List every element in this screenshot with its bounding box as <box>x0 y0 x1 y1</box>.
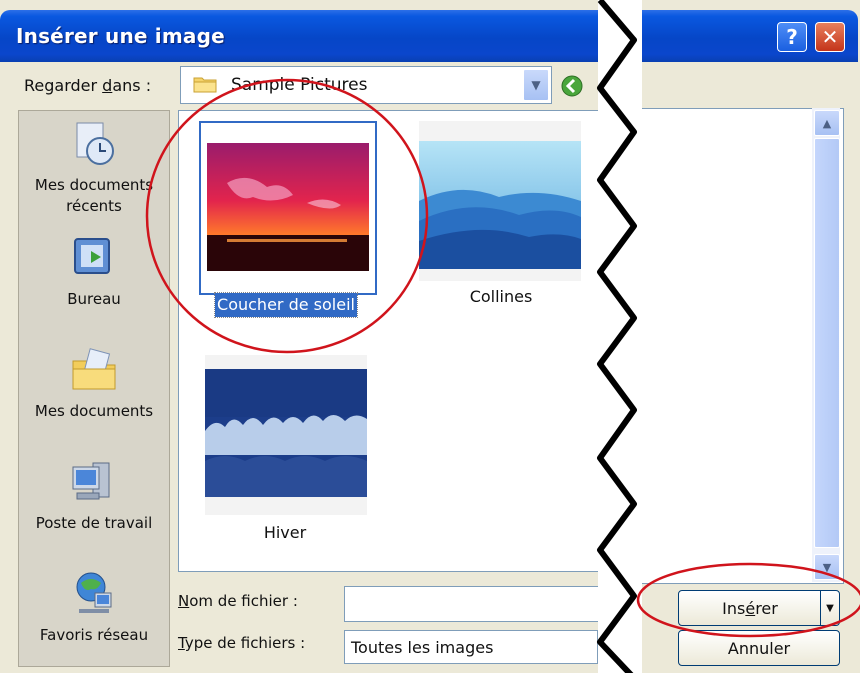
back-icon[interactable] <box>560 74 584 98</box>
place-label: Poste de travail <box>35 514 153 532</box>
file-name-label[interactable]: Coucher de soleil <box>214 292 358 318</box>
place-my-computer[interactable]: Poste de travail <box>19 455 169 534</box>
filename-label-rest: om de fichier : <box>189 592 298 610</box>
place-network[interactable]: Favoris réseau <box>19 567 169 646</box>
close-button[interactable]: ✕ <box>815 22 845 52</box>
place-my-documents[interactable]: Mes documents <box>19 343 169 422</box>
look-in-label-prefix: Regarder <box>24 76 103 95</box>
recent-documents-icon <box>76 122 114 165</box>
list-item[interactable] <box>419 121 581 281</box>
filetype-label: Type de fichiers : <box>178 634 305 652</box>
insert-button-label: Insérer <box>722 599 778 618</box>
insert-options-button[interactable]: ▼ <box>820 590 840 626</box>
place-label: Bureau <box>67 290 121 308</box>
look-in-dropdown-button[interactable]: ▼ <box>523 69 549 101</box>
insert-label-part: rer <box>755 598 778 618</box>
list-item[interactable] <box>199 121 377 295</box>
thumbnail-sunset <box>207 143 369 271</box>
cancel-button[interactable]: Annuler <box>678 630 840 666</box>
place-label: Mes documents <box>34 176 154 194</box>
chevron-down-icon: ▼ <box>822 560 832 574</box>
look-in-combobox[interactable]: Sample Pictures ▼ <box>180 66 552 104</box>
folder-icon <box>193 77 217 93</box>
scroll-up-button[interactable]: ▲ <box>814 110 840 136</box>
place-label: Favoris réseau <box>39 626 149 644</box>
filename-field[interactable] <box>344 586 600 622</box>
place-desktop[interactable]: Bureau <box>19 231 169 310</box>
file-name-label[interactable]: Hiver <box>225 523 345 542</box>
look-in-label-suffix: ans : <box>112 76 152 95</box>
place-recent-documents[interactable]: Mes documents récents <box>19 117 169 217</box>
place-label: récents <box>66 197 122 215</box>
scroll-down-button[interactable]: ▼ <box>814 554 840 580</box>
file-list-view[interactable]: Coucher de soleil Collines Hiver <box>178 110 600 572</box>
insert-button[interactable]: Insérer <box>678 590 822 626</box>
dialog-title: Insérer une image <box>16 24 225 48</box>
chevron-up-icon: ▲ <box>822 116 832 130</box>
filetype-select[interactable]: Toutes les images <box>344 630 598 664</box>
chevron-down-icon: ▼ <box>826 602 834 614</box>
place-label: Mes documents <box>34 402 154 420</box>
look-in-value: Sample Pictures <box>231 75 368 95</box>
help-button[interactable]: ? <box>777 22 807 52</box>
scrollbar-thumb[interactable] <box>814 138 840 548</box>
filetype-label-rest: ype de fichiers : <box>184 634 306 652</box>
filetype-label-mnemonic: T <box>178 634 185 652</box>
look-in-label-mnemonic: d <box>102 76 113 95</box>
chevron-down-icon: ▼ <box>531 78 541 92</box>
list-item[interactable] <box>205 355 367 515</box>
network-places-icon <box>76 572 112 613</box>
filename-label: Nom de fichier : <box>178 592 298 610</box>
filename-label-mnemonic: N <box>178 592 190 610</box>
close-icon: ✕ <box>821 25 839 49</box>
my-documents-icon <box>72 348 116 390</box>
vertical-scrollbar[interactable]: ▲ ▼ <box>812 108 840 582</box>
cut-gap <box>598 0 642 673</box>
thumbnail-hills <box>419 141 581 269</box>
insert-label-part: Ins <box>722 598 746 618</box>
help-icon: ? <box>786 25 798 49</box>
look-in-label: Regarder dans : <box>24 76 151 95</box>
places-bar: Mes documents récents Bureau Mes documen… <box>18 110 170 667</box>
my-computer-icon <box>72 462 110 500</box>
file-name-label[interactable]: Collines <box>441 287 561 306</box>
insert-label-mnemonic: é <box>745 598 756 618</box>
thumbnail-winter <box>205 369 367 497</box>
desktop-icon <box>74 238 110 274</box>
insert-picture-dialog: Insérer une image ? ✕ Regarder dans : Sa… <box>0 0 860 673</box>
